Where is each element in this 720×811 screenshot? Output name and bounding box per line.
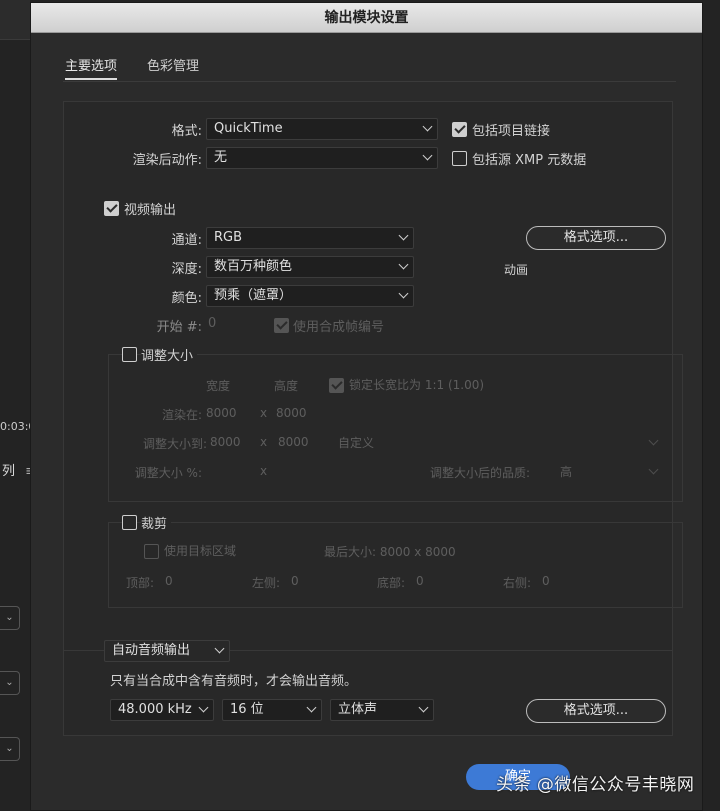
start-label: 开始 #:: [156, 320, 202, 335]
chevron-down-icon: [398, 288, 409, 299]
sample-rate-select[interactable]: 48.000 kHz: [110, 699, 214, 721]
tab-color-management[interactable]: 色彩管理: [147, 55, 199, 80]
video-output-label: 视频输出: [124, 203, 177, 218]
format-select[interactable]: QuickTime: [206, 118, 438, 140]
crop-right-value[interactable]: 0: [542, 574, 550, 588]
codec-text: 动画: [504, 263, 529, 277]
audio-format-options-button[interactable]: 格式选项...: [526, 699, 666, 723]
chevron-down-icon: [422, 121, 433, 132]
lock-aspect-checkbox[interactable]: [329, 378, 344, 393]
crop-top-label: 顶部:: [126, 576, 155, 590]
crop-label: 裁剪: [141, 513, 172, 532]
chevron-down-icon: [398, 230, 409, 241]
audio-output-select[interactable]: 自动音频输出: [104, 640, 230, 662]
crop-right-label: 右侧:: [503, 576, 532, 590]
use-comp-frame-checkbox[interactable]: [274, 318, 289, 333]
chevron-down-icon[interactable]: ⌄: [0, 606, 20, 630]
tab-bar: 主要选项 色彩管理: [65, 55, 199, 80]
color-label: 颜色:: [171, 291, 202, 306]
render-at-label: 渲染在:: [161, 408, 202, 422]
main-options-panel: 格式: QuickTime 包括项目链接 渲染后动作: 无 包括源 XMP 元数…: [63, 101, 683, 736]
resize-percent-label: 调整大小 %:: [134, 466, 202, 480]
resize-label: 调整大小: [141, 345, 198, 364]
crop-bottom-label: 底部:: [377, 576, 406, 590]
resize-to-label: 调整大小到:: [142, 437, 207, 451]
start-value: 0: [208, 316, 217, 331]
lock-aspect-label: 锁定长宽比为 1:1 (1.00): [349, 378, 485, 392]
output-module-settings-dialog: 输出模块设置 主要选项 色彩管理 格式: QuickTime 包括项目链接 渲染…: [30, 2, 703, 811]
crop-top-value[interactable]: 0: [165, 574, 173, 588]
channel-select[interactable]: RGB: [206, 227, 414, 249]
height-header: 高度: [274, 379, 299, 393]
watermark: 头条 @微信公众号丰晓网: [496, 775, 695, 795]
video-format-options-button[interactable]: 格式选项...: [526, 226, 666, 250]
render-at-x: x: [260, 406, 268, 420]
crop-bottom-value[interactable]: 0: [416, 574, 424, 588]
channels-value: 立体声: [338, 702, 378, 717]
depth-label: 深度:: [171, 262, 202, 277]
resize-to-height[interactable]: 8000: [278, 435, 309, 449]
audio-divider: [63, 650, 673, 736]
depth-value: 数百万种颜色: [214, 259, 293, 274]
use-roi-checkbox[interactable]: [144, 544, 159, 559]
post-render-select[interactable]: 无: [206, 147, 438, 169]
resize-to-x: x: [260, 435, 268, 449]
chevron-down-icon: [648, 464, 659, 475]
include-project-link-label: 包括项目链接: [472, 124, 551, 139]
final-size-label: 最后大小: 8000 x 8000: [324, 545, 456, 559]
resize-quality-label: 调整大小后的品质:: [430, 466, 531, 480]
format-label: 格式:: [171, 124, 202, 139]
include-xmp-checkbox[interactable]: [452, 151, 467, 166]
width-header: 宽度: [206, 379, 231, 393]
include-xmp-label: 包括源 XMP 元数据: [472, 153, 587, 168]
chevron-down-icon: [198, 702, 209, 713]
chevron-down-icon: [306, 702, 317, 713]
color-select[interactable]: 预乘（遮罩）: [206, 285, 414, 307]
chevron-down-icon: [214, 643, 225, 654]
color-value: 预乘（遮罩）: [214, 288, 293, 303]
crop-group: [108, 522, 683, 608]
chevron-down-icon: [418, 702, 429, 713]
channels-select[interactable]: 立体声: [330, 699, 434, 721]
resize-percent-x: x: [260, 464, 268, 478]
depth-select[interactable]: 数百万种颜色: [206, 256, 414, 278]
resize-checkbox[interactable]: [122, 347, 137, 362]
sample-rate-value: 48.000 kHz: [118, 702, 192, 717]
include-project-link-checkbox[interactable]: [452, 122, 467, 137]
use-roi-label: 使用目标区域: [164, 544, 237, 558]
resize-preset-value: 自定义: [338, 436, 375, 450]
chevron-down-icon: [648, 435, 659, 446]
bit-depth-select[interactable]: 16 位: [222, 699, 322, 721]
format-value: QuickTime: [214, 121, 283, 136]
audio-note: 只有当合成中含有音频时，才会输出音频。: [110, 674, 358, 689]
tab-main-options[interactable]: 主要选项: [65, 55, 118, 80]
render-at-height: 8000: [276, 406, 307, 420]
tab-divider: [63, 81, 676, 82]
crop-left-label: 左侧:: [252, 576, 281, 590]
resize-preset-select[interactable]: 自定义: [330, 432, 664, 454]
bg-panel-strip: [0, 0, 30, 40]
resize-to-width[interactable]: 8000: [210, 435, 241, 449]
channel-value: RGB: [214, 230, 243, 245]
post-render-value: 无: [214, 150, 228, 165]
chevron-down-icon[interactable]: ⌄: [0, 671, 20, 695]
chevron-down-icon: [422, 150, 433, 161]
bg-list-text: 列: [2, 464, 16, 479]
resize-quality-value: 高: [560, 465, 573, 479]
channel-label: 通道:: [171, 233, 202, 248]
audio-output-value: 自动音频输出: [112, 643, 191, 658]
bit-depth-value: 16 位: [230, 702, 264, 717]
dialog-title: 输出模块设置: [31, 3, 702, 33]
render-at-width: 8000: [206, 406, 237, 420]
chevron-down-icon: [398, 259, 409, 270]
post-render-label: 渲染后动作:: [132, 153, 202, 168]
chevron-down-icon[interactable]: ⌄: [0, 737, 20, 761]
resize-quality-select[interactable]: 高: [552, 461, 664, 483]
crop-left-value[interactable]: 0: [291, 574, 299, 588]
crop-checkbox[interactable]: [122, 515, 137, 530]
video-output-checkbox[interactable]: [104, 201, 119, 216]
use-comp-frame-label: 使用合成帧编号: [293, 320, 385, 335]
